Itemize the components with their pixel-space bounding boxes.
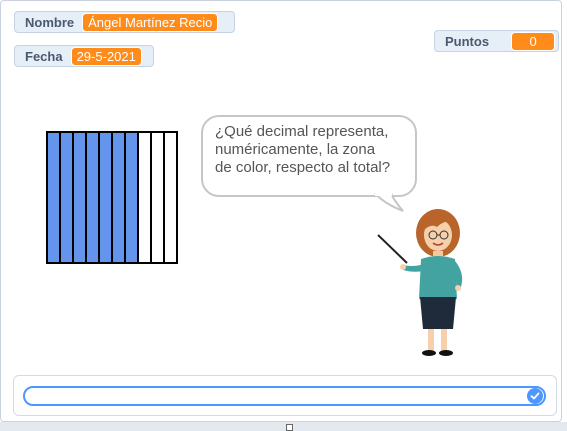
speech-bubble: ¿Qué decimal representa, numéricamente, …: [201, 115, 417, 197]
fraction-part-filled: [87, 133, 100, 262]
speech-line-1: ¿Qué decimal representa,: [215, 123, 389, 140]
fraction-part-empty: [139, 133, 152, 262]
answer-input[interactable]: [23, 386, 546, 406]
submit-button[interactable]: [527, 388, 543, 404]
fraction-part-filled: [113, 133, 126, 262]
fraction-part-filled: [74, 133, 87, 262]
speech-line-2: numéricamente, la zona: [215, 141, 376, 158]
puntos-monitor: Puntos 0: [434, 30, 559, 52]
nombre-monitor: Nombre Ángel Martínez Recio: [14, 11, 235, 33]
fecha-value: 29-5-2021: [70, 46, 142, 66]
puntos-value: 0: [511, 31, 556, 51]
fraction-part-empty: [152, 133, 165, 262]
nombre-label: Nombre: [25, 14, 75, 30]
pointer-stick: [377, 234, 408, 264]
resize-handle[interactable]: [286, 424, 293, 431]
nombre-value: Ángel Martínez Recio: [82, 12, 219, 32]
speech-line-3: de color, respecto al total?: [215, 159, 391, 176]
puntos-label: Puntos: [445, 33, 490, 49]
fraction-part-empty: [165, 133, 176, 262]
fraction-part-filled: [126, 133, 139, 262]
fecha-monitor: Fecha 29-5-2021: [14, 45, 154, 67]
answer-box: [13, 375, 557, 416]
fraction-part-filled: [61, 133, 74, 262]
stage-bottom-bar: [0, 422, 567, 431]
fraction-part-filled: [48, 133, 61, 262]
teacher-character: [377, 209, 463, 356]
fraction-grid: [46, 131, 178, 264]
stage: Nombre Ángel Martínez Recio Fecha 29-5-2…: [0, 0, 562, 422]
fraction-part-filled: [100, 133, 113, 262]
fecha-label: Fecha: [25, 48, 63, 64]
check-icon: [530, 392, 540, 400]
